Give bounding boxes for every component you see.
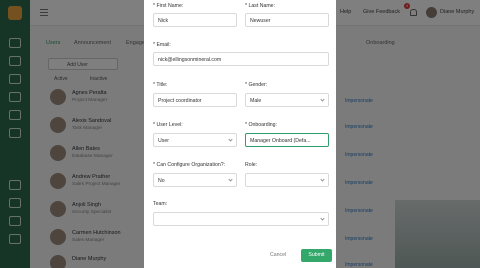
gender-select[interactable]: Male — [245, 93, 329, 107]
chevron-down-icon — [228, 137, 233, 142]
can-configure-value: No — [158, 178, 165, 184]
add-user-modal: * First Name: Nick * Last Name: Newuser … — [144, 0, 336, 268]
title-field[interactable]: Project coordinator — [153, 93, 237, 107]
user-level-value: User — [158, 138, 169, 144]
first-name-field[interactable]: Nick — [153, 13, 237, 27]
onboarding-select[interactable]: Manager Onboard (Defa... — [245, 133, 329, 147]
email-field[interactable]: nick@ellingsonmineral.com — [153, 52, 329, 66]
team-label: Team: — [153, 201, 168, 207]
chevron-down-icon — [320, 216, 325, 221]
last-name-label: * Last Name: — [245, 3, 275, 9]
role-label: Role: — [245, 162, 258, 168]
chevron-down-icon — [320, 97, 325, 102]
onboarding-value: Manager Onboard (Defa... — [250, 138, 311, 144]
can-configure-label: * Can Configure Organization?: — [153, 162, 226, 168]
last-name-field[interactable]: Newuser — [245, 13, 329, 27]
email-label: * Email: — [153, 42, 171, 48]
role-select[interactable] — [245, 173, 329, 187]
chevron-down-icon — [228, 177, 233, 182]
cancel-button[interactable]: Cancel — [270, 252, 286, 258]
gender-value: Male — [250, 98, 262, 104]
title-label: * Title: — [153, 82, 168, 88]
first-name-label: * First Name: — [153, 3, 184, 9]
onboarding-label: * Onboarding: — [245, 122, 278, 128]
can-configure-select[interactable]: No — [153, 173, 237, 187]
gender-label: * Gender: — [245, 82, 268, 88]
submit-button[interactable]: Submit — [301, 249, 332, 262]
user-level-select[interactable]: User — [153, 133, 237, 147]
chevron-down-icon — [320, 177, 325, 182]
user-level-label: * User Level: — [153, 122, 183, 128]
team-select[interactable] — [153, 212, 329, 226]
